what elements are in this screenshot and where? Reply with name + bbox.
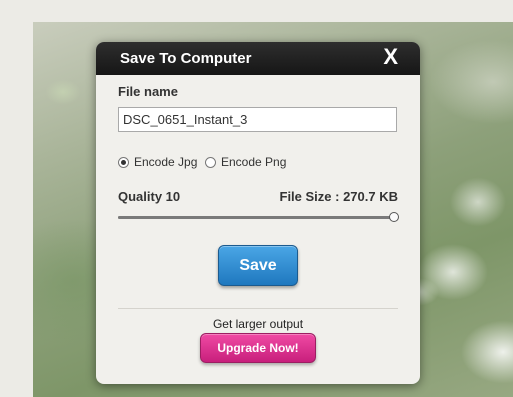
file-name-label: File name (118, 84, 178, 99)
dialog-title: Save To Computer (120, 50, 252, 67)
quality-label: Quality 10 (118, 189, 181, 204)
close-icon[interactable]: X (383, 45, 398, 69)
save-button[interactable]: Save (218, 245, 298, 286)
quality-slider-thumb[interactable] (389, 212, 399, 222)
encode-png-option[interactable]: Encode Png (205, 155, 286, 169)
encode-png-label: Encode Png (221, 155, 287, 169)
file-name-input[interactable] (118, 107, 397, 132)
divider (118, 308, 398, 309)
encode-png-radio[interactable] (205, 156, 216, 168)
save-dialog: Save To Computer X File name Encode Jpg … (96, 42, 420, 384)
quality-slider-track[interactable] (118, 216, 394, 219)
quality-slider-fill (118, 216, 394, 219)
dialog-titlebar: Save To Computer X (96, 42, 420, 75)
larger-output-text: Get larger output (212, 317, 304, 331)
encode-jpg-label: Encode Jpg (134, 155, 198, 169)
upgrade-now-button[interactable]: Upgrade Now! (200, 333, 316, 363)
encode-jpg-option[interactable]: Encode Jpg (118, 155, 197, 169)
file-size-label: File Size : 270.7 KB (279, 189, 399, 204)
encode-jpg-radio[interactable] (118, 156, 129, 168)
